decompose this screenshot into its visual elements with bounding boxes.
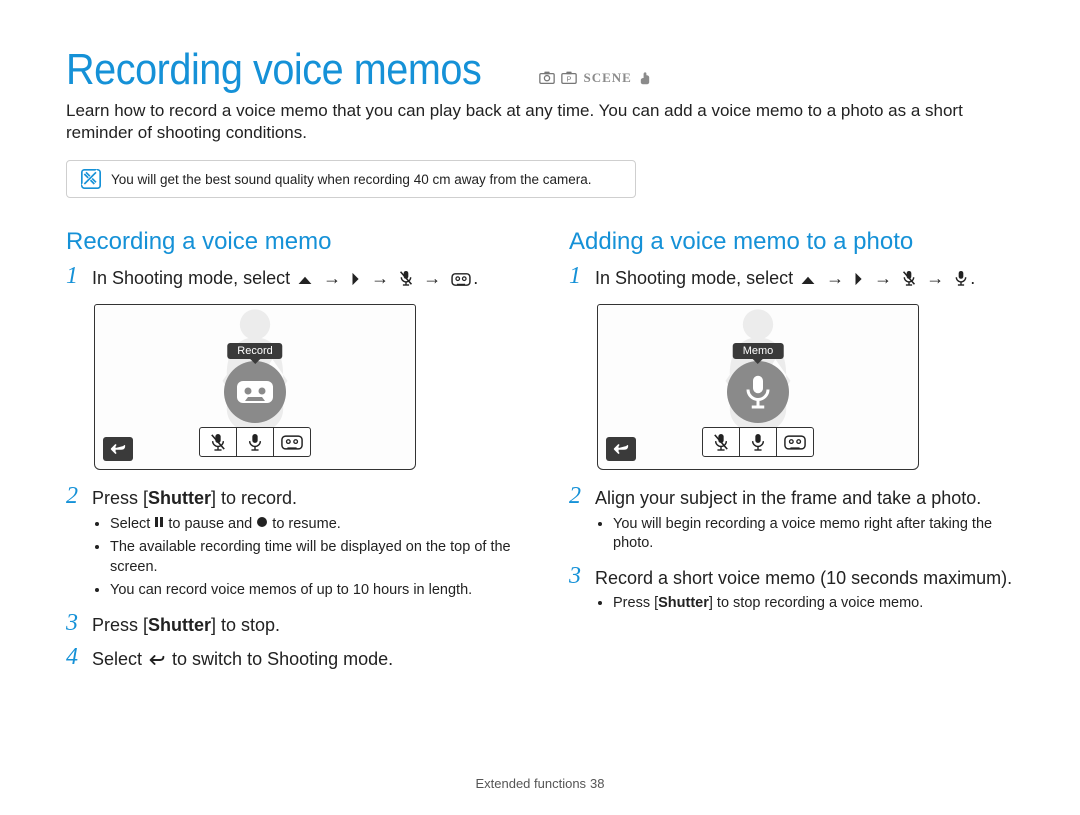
right-step1: In Shooting mode, select → → → . [595,264,975,290]
step-number: 2 [569,484,587,508]
option-row [702,427,814,457]
mode-icons-row: P SCENE [539,70,651,86]
option-mic-off[interactable] [703,428,740,456]
bubble-label-record: Record [227,343,282,359]
right-step2-bullet-a: You will begin recording a voice memo ri… [613,515,1014,554]
left-screenshot: Record [94,304,416,470]
left-step2-bullet-b: The available recording time will be dis… [110,538,511,577]
menu-up-icon [297,274,313,286]
note-icon [81,169,101,189]
right-screenshot: Memo [597,304,919,470]
bubble-label-memo: Memo [733,343,784,359]
mic-on-icon [954,270,968,286]
chevron-right-icon [351,272,361,286]
cassette-large-icon [235,379,275,405]
page-title: Recording voice memos [66,48,481,92]
left-heading: Recording a voice memo [66,228,511,256]
mic-large-icon [743,373,773,411]
mic-off-icon [399,270,413,286]
dual-is-icon [638,71,652,85]
chevron-right-icon [854,272,864,286]
step-number: 4 [66,645,84,669]
note-text: You will get the best sound quality when… [111,172,592,187]
scene-mode-label: SCENE [583,70,631,86]
right-step2: Align your subject in the frame and take… [595,484,981,510]
option-mic-off[interactable] [200,428,237,456]
intro-text: Learn how to record a voice memo that yo… [66,100,1014,144]
step-number: 1 [66,264,84,288]
menu-up-icon [800,274,816,286]
step-number: 1 [569,264,587,288]
step-number: 3 [569,564,587,588]
back-button[interactable] [103,437,133,461]
right-heading: Adding a voice memo to a photo [569,228,1014,256]
left-step4: Select to switch to Shooting mode. [92,645,393,671]
camera-auto-icon [539,71,555,84]
left-step2-bullet-c: You can record voice memos of up to 10 h… [110,581,511,601]
back-button[interactable] [606,437,636,461]
cassette-icon [451,273,471,286]
option-row [199,427,311,457]
camera-program-icon: P [561,71,577,84]
center-bubble-cassette [224,361,286,423]
return-icon [149,653,165,667]
step-number: 2 [66,484,84,508]
option-mic[interactable] [237,428,274,456]
option-cassette[interactable] [777,428,813,456]
center-bubble-mic [727,361,789,423]
left-step2: Press [Shutter] to record. [92,484,297,510]
note-box: You will get the best sound quality when… [66,160,636,198]
step-number: 3 [66,611,84,635]
page-footer: Extended functions38 [0,776,1080,791]
left-step3: Press [Shutter] to stop. [92,611,280,637]
option-mic[interactable] [740,428,777,456]
pause-icon [154,516,164,528]
left-step2-bullet-a: Select to pause and to resume. [110,515,511,535]
option-cassette[interactable] [274,428,310,456]
mic-off-icon [902,270,916,286]
right-step3-bullet-a: Press [Shutter] to stop recording a voic… [613,594,1014,614]
record-dot-icon [256,516,268,528]
right-step3: Record a short voice memo (10 seconds ma… [595,564,1012,590]
svg-text:P: P [567,75,572,83]
left-step1: In Shooting mode, select → → → . [92,264,478,290]
